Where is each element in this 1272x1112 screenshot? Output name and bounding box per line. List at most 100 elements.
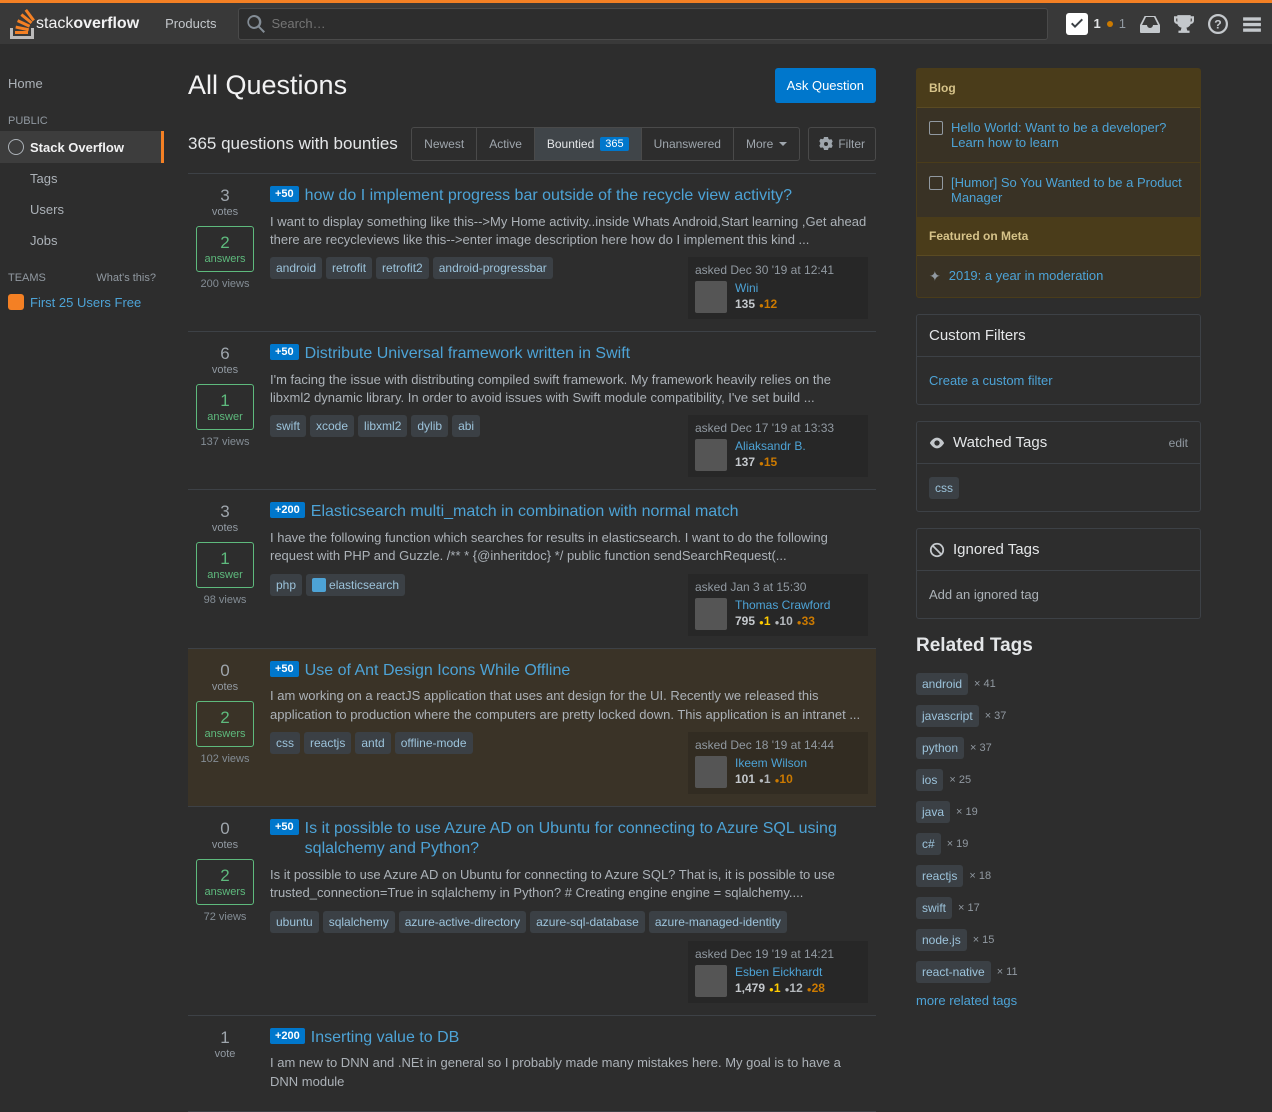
question-excerpt: I have the following function which sear… [270, 529, 868, 565]
tag[interactable]: offline-mode [395, 732, 473, 754]
related-tag[interactable]: javascript [916, 705, 979, 727]
tag[interactable]: abi [452, 415, 480, 437]
user-name[interactable]: Thomas Crawford [735, 598, 830, 612]
avatar[interactable] [695, 281, 727, 313]
tag[interactable]: swift [270, 415, 306, 437]
logo-icon [10, 9, 36, 39]
related-tag[interactable]: ios [916, 769, 943, 791]
tab-bountied[interactable]: Bountied 365 [535, 128, 642, 160]
ask-question-button[interactable]: Ask Question [775, 68, 876, 103]
related-tag[interactable]: java [916, 801, 950, 823]
nav-public-heading: PUBLIC [0, 99, 164, 131]
related-tag[interactable]: android [916, 673, 968, 695]
tag[interactable]: php [270, 574, 302, 597]
question-summary: 6votes 1answer 137 views +50 Distribute … [188, 332, 876, 490]
nav-jobs[interactable]: Jobs [0, 225, 164, 256]
products-link[interactable]: Products [153, 16, 228, 31]
tag[interactable]: sqlalchemy [323, 911, 395, 933]
community-bulletin: Blog Hello World: Want to be a developer… [916, 68, 1201, 298]
question-title[interactable]: how do I implement progress bar outside … [305, 186, 792, 207]
search-icon [247, 15, 265, 33]
tag[interactable]: retrofit [326, 257, 372, 279]
question-title[interactable]: Distribute Universal framework written i… [305, 344, 630, 365]
nav-stack-overflow[interactable]: Stack Overflow [0, 131, 164, 163]
sort-tabs: Newest Active Bountied 365 Unanswered Mo… [411, 127, 800, 161]
user-rep: 101●1●10 [735, 772, 807, 786]
user-name[interactable]: Esben Eickhardt [735, 965, 822, 979]
tag[interactable]: css [270, 732, 300, 754]
asked-time: asked Dec 17 '19 at 13:33 [695, 421, 861, 435]
tag[interactable]: azure-managed-identity [649, 911, 787, 933]
achievements-icon[interactable] [1174, 14, 1194, 34]
add-ignored-tag[interactable]: Add an ignored tag [917, 571, 1200, 618]
avatar[interactable] [695, 439, 727, 471]
question-title[interactable]: Elasticsearch multi_match in combination… [311, 502, 739, 523]
tab-newest[interactable]: Newest [412, 128, 477, 160]
watched-tags-title: Watched Tags [953, 434, 1047, 451]
edit-watched-tags[interactable]: edit [1169, 436, 1188, 450]
related-tag[interactable]: c# [916, 833, 941, 855]
blog-link[interactable]: [Humor] So You Wanted to be a Product Ma… [951, 175, 1188, 205]
asked-time: asked Jan 3 at 15:30 [695, 580, 861, 594]
filter-button[interactable]: Filter [808, 127, 876, 161]
tag[interactable]: elasticsearch [306, 574, 405, 597]
avatar[interactable] [695, 598, 727, 630]
user-name[interactable]: Ikeem Wilson [735, 756, 807, 770]
nav-home[interactable]: Home [0, 68, 164, 99]
user-rep: 1,479●1●12●28 [735, 981, 825, 995]
tab-more[interactable]: More [734, 128, 799, 160]
reputation: 1 [1094, 16, 1101, 31]
question-title[interactable]: Is it possible to use Azure AD on Ubuntu… [305, 819, 868, 861]
tag[interactable]: reactjs [304, 732, 351, 754]
site-switcher-icon[interactable] [1242, 14, 1262, 34]
avatar[interactable] [695, 756, 727, 788]
related-tag[interactable]: node.js [916, 929, 967, 951]
related-tag-count: × 15 [973, 934, 995, 946]
tag[interactable]: retrofit2 [376, 257, 429, 279]
related-tag[interactable]: python [916, 737, 964, 759]
profile-link[interactable]: 1 1 [1066, 13, 1126, 35]
question-list: 3votes 2answers 200 views +50 how do I i… [188, 173, 876, 1112]
related-tag[interactable]: react-native [916, 961, 991, 983]
search-box[interactable] [238, 8, 1047, 40]
question-title[interactable]: Inserting value to DB [311, 1028, 460, 1049]
nav-teams-free[interactable]: First 25 Users Free [0, 288, 164, 316]
question-title[interactable]: Use of Ant Design Icons While Offline [305, 661, 571, 682]
tag[interactable]: xcode [310, 415, 354, 437]
meta-link[interactable]: 2019: a year in moderation [949, 268, 1104, 285]
views: 200 views [196, 278, 254, 290]
help-icon[interactable]: ? [1208, 14, 1228, 34]
related-tag[interactable]: swift [916, 897, 952, 919]
watched-tags-panel: Watched Tags edit css [916, 421, 1201, 512]
bounty-indicator: +200 [270, 502, 305, 518]
tab-active[interactable]: Active [477, 128, 535, 160]
search-input[interactable] [271, 16, 1038, 31]
tag[interactable]: android-progressbar [433, 257, 553, 279]
tag[interactable]: antd [355, 732, 390, 754]
tag[interactable]: azure-sql-database [530, 911, 645, 933]
user-name[interactable]: Wini [735, 281, 758, 295]
more-related-tags[interactable]: more related tags [916, 993, 1201, 1008]
whats-this-link[interactable]: What's this? [96, 272, 156, 284]
tag[interactable]: azure-active-directory [399, 911, 526, 933]
ignored-tags-title: Ignored Tags [953, 541, 1039, 558]
answer-count: 1answer [196, 542, 254, 588]
tab-unanswered[interactable]: Unanswered [642, 128, 734, 160]
tag[interactable]: android [270, 257, 322, 279]
tag[interactable]: libxml2 [358, 415, 407, 437]
chevron-down-icon [779, 142, 787, 146]
inbox-icon[interactable] [1140, 14, 1160, 34]
user-name[interactable]: Aliaksandr B. [735, 439, 806, 453]
related-tag[interactable]: reactjs [916, 865, 963, 887]
watched-tag[interactable]: css [929, 477, 959, 499]
tag[interactable]: dylib [411, 415, 448, 437]
blog-link[interactable]: Hello World: Want to be a developer? Lea… [951, 120, 1188, 150]
tag[interactable]: ubuntu [270, 911, 319, 933]
logo[interactable]: stackoverflow [10, 9, 139, 39]
avatar[interactable] [695, 965, 727, 997]
nav-tags[interactable]: Tags [0, 163, 164, 194]
nav-users[interactable]: Users [0, 194, 164, 225]
related-tags-title: Related Tags [916, 635, 1201, 657]
custom-filters-header: Custom Filters [917, 315, 1200, 357]
create-filter-link[interactable]: Create a custom filter [929, 373, 1053, 388]
